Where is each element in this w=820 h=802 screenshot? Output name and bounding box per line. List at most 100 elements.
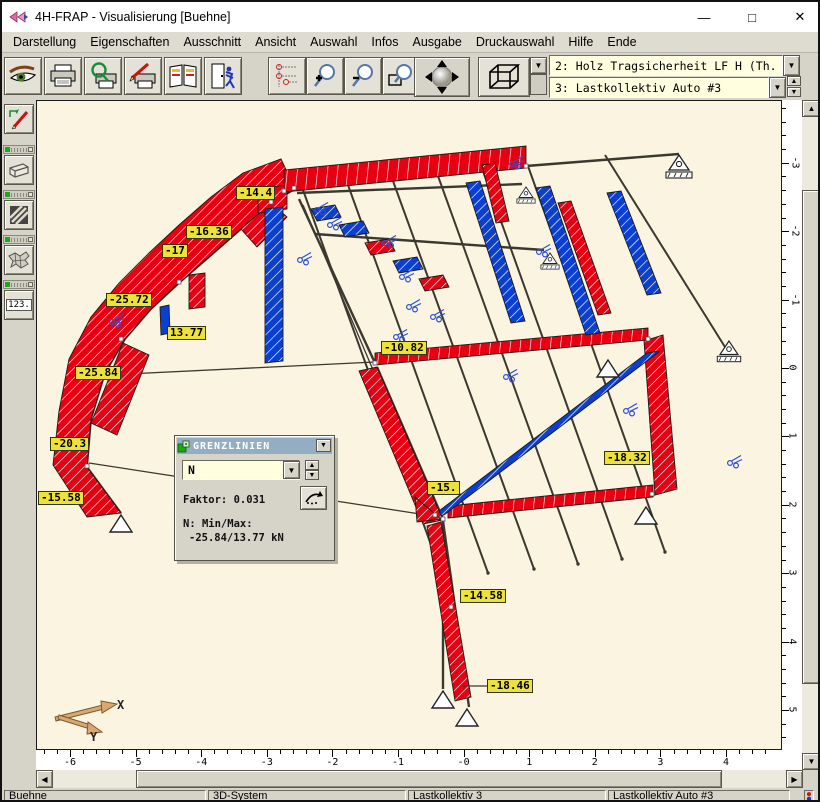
y-axis-label: 4 (787, 638, 798, 644)
palette-box-icon (28, 192, 33, 197)
axis-tick (713, 750, 714, 754)
view-eye-button[interactable] (4, 57, 42, 95)
axis-tick (149, 750, 150, 754)
axis-tick (398, 750, 399, 757)
menu-item-auswahl[interactable]: Auswahl (303, 33, 364, 51)
scroll-left-button[interactable]: ◀ (36, 770, 53, 788)
y-axis-label: 0 (787, 364, 798, 370)
report-book-button[interactable] (164, 57, 202, 95)
drawing-canvas[interactable]: X Y -14.4-16.36-17-25.7213.77-25.84-20.3… (36, 100, 782, 750)
axis-tick (782, 245, 786, 246)
axis-tick (782, 313, 786, 314)
eye-icon (7, 63, 39, 89)
force-value-label: -10.82 (381, 341, 427, 355)
grenzlinien-panel[interactable]: GRENZLINIEN ▼ N ▼ ▲ ▼ Faktor: 0.031 N: M… (174, 435, 335, 561)
load-case-dropdown[interactable]: ▼ (783, 55, 800, 76)
load-collective-spin-up[interactable]: ▲ (787, 76, 801, 86)
load-collective-dropdown[interactable]: ▼ (769, 77, 786, 98)
force-value-label: -18.46 (487, 679, 533, 693)
axis-tick (280, 750, 281, 754)
panel-title-bar[interactable]: GRENZLINIEN ▼ (177, 438, 332, 454)
view-3d-dropdown[interactable]: ▼ (530, 57, 547, 74)
menu-item-ansicht[interactable]: Ansicht (248, 33, 303, 51)
x-axis-label: 3 (657, 757, 663, 768)
palette-header-beam[interactable] (3, 145, 35, 154)
axis-tick (359, 750, 360, 754)
axis-tick (516, 750, 517, 754)
result-spin-up[interactable]: ▲ (305, 460, 319, 470)
panel-collapse-button[interactable]: ▼ (316, 439, 331, 452)
exit-button[interactable] (204, 57, 242, 95)
menu-item-ausschnitt[interactable]: Ausschnitt (176, 33, 248, 51)
axis-tick (782, 327, 786, 328)
scroll-up-button[interactable]: ▲ (802, 100, 820, 117)
load-collective-spin-down[interactable]: ▼ (787, 87, 801, 97)
status-field: Lastkollektiv Auto #3 (608, 790, 790, 802)
numbers-button[interactable]: 123. (4, 290, 34, 320)
x-axis-label: -1 (392, 757, 404, 768)
palette-grip-icon (11, 148, 28, 152)
structure-select-button[interactable] (268, 57, 306, 95)
mesh-button[interactable] (4, 245, 34, 275)
axis-tick (782, 176, 786, 177)
print-edit-icon (128, 62, 158, 90)
window-title: 4H-FRAP - Visualisierung [Buehne] (35, 10, 230, 24)
view-3d-box-button[interactable] (478, 57, 530, 97)
factor-label: Faktor: 0.031 (183, 494, 265, 506)
menu-item-ausgabe[interactable]: Ausgabe (406, 33, 469, 51)
apply-factor-button[interactable] (300, 486, 327, 510)
palette-header-mesh[interactable] (3, 235, 35, 244)
axis-tick (227, 750, 228, 754)
menu-item-infos[interactable]: Infos (364, 33, 405, 51)
print-preview-button[interactable] (84, 57, 122, 95)
print-button[interactable] (44, 57, 82, 95)
palette-header-numbers[interactable] (3, 280, 35, 289)
y-axis-label: -2 (790, 225, 801, 237)
status-field: Lastkollektiv 3 (408, 790, 606, 802)
minimize-button[interactable]: — (684, 2, 724, 32)
axis-tick (188, 750, 189, 754)
app-logo-icon (9, 8, 29, 26)
result-type-dropdown[interactable]: ▼ (283, 461, 300, 479)
edit-system-button[interactable] (4, 104, 34, 134)
axis-tick (319, 750, 320, 754)
print-edit-button[interactable] (124, 57, 162, 95)
maximize-button[interactable]: □ (732, 2, 772, 32)
zoom-in-button[interactable] (306, 57, 344, 95)
palette-box-icon (28, 237, 33, 242)
axis-tick (477, 750, 478, 754)
load-collective-combo[interactable]: 3: Lastkollektiv Auto #3 (549, 77, 769, 98)
scroll-right-button[interactable]: ▶ (786, 770, 803, 788)
force-labels-layer: -14.4-16.36-17-25.7213.77-25.84-20.3-15.… (37, 101, 781, 749)
menu-item-eigenschaften[interactable]: Eigenschaften (83, 33, 176, 51)
axis-tick (201, 750, 202, 757)
force-value-label: -14.4 (236, 186, 275, 200)
beam-3d-button[interactable] (4, 155, 34, 185)
load-case-combo[interactable]: 2: Holz Tragsicherheit LF H (Th. 2. Ord.… (549, 55, 783, 76)
menu-bar: DarstellungEigenschaftenAusschnittAnsich… (2, 32, 818, 53)
axis-tick (83, 750, 84, 754)
scroll-down-button[interactable]: ▼ (802, 753, 820, 770)
h-scroll-thumb[interactable] (136, 770, 722, 788)
menu-item-druckauswahl[interactable]: Druckauswahl (469, 33, 562, 51)
zoom-out-button[interactable] (344, 57, 382, 95)
menu-item-darstellung[interactable]: Darstellung (6, 33, 83, 51)
axis-tick (555, 750, 556, 754)
curved-arrow-icon (304, 490, 324, 506)
axis-tick (595, 750, 596, 757)
axis-tick (782, 614, 786, 615)
v-scroll-thumb[interactable] (802, 190, 820, 684)
force-value-label: -14.58 (460, 589, 506, 603)
palette-dot-icon (5, 237, 10, 242)
menu-item-ende[interactable]: Ende (600, 33, 643, 51)
close-button[interactable]: ✕ (780, 2, 820, 32)
axis-tick (660, 750, 661, 757)
palette-header-panel[interactable] (3, 190, 35, 199)
menu-item-hilfe[interactable]: Hilfe (561, 33, 600, 51)
axis-tick (782, 587, 786, 588)
pan-pad[interactable] (414, 57, 470, 97)
axis-tick (241, 750, 242, 754)
status-field: 3D-System (208, 790, 406, 802)
result-spin-down[interactable]: ▼ (305, 470, 319, 480)
panel-hatch-button[interactable] (4, 200, 34, 230)
